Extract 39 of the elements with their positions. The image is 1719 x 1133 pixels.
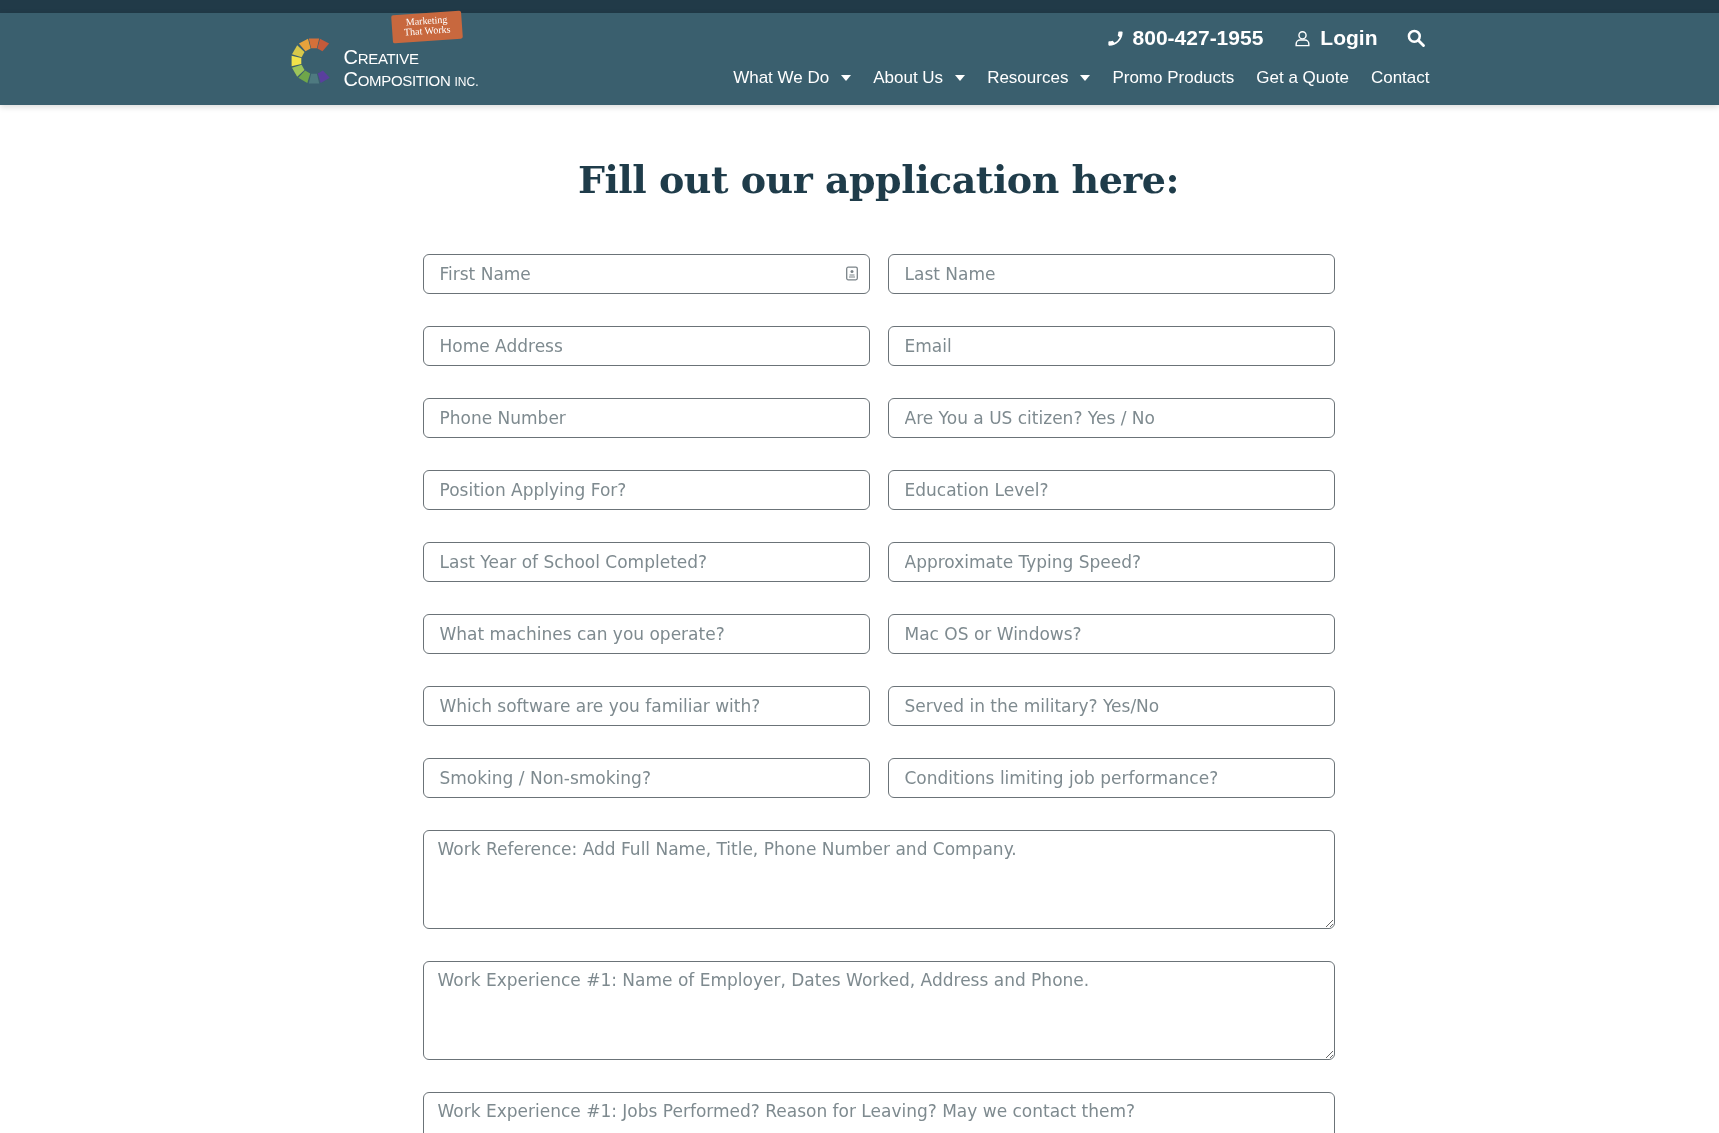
input-field[interactable]: Mac OS or Windows? (887, 614, 1335, 654)
form-title: Fill out our application here: (576, 157, 1181, 202)
input-field[interactable]: Last Name (887, 254, 1335, 294)
phone-link[interactable]: 800-427-1955 (1105, 26, 1264, 50)
caret-icon (841, 75, 852, 81)
logo-text: INC. (454, 76, 479, 88)
nav-link[interactable]: About Us (873, 68, 966, 88)
nav-link[interactable]: What We Do (733, 68, 852, 88)
input-field[interactable]: Which software are you familiar with? (422, 686, 870, 726)
login-link[interactable]: Login (1293, 26, 1378, 50)
nav-link[interactable]: Get a Quote (1256, 68, 1349, 88)
input-field[interactable]: Are You a US citizen? Yes / No (887, 398, 1335, 438)
search-icon[interactable] (1405, 28, 1426, 48)
nav-link[interactable]: Contact (1370, 68, 1430, 88)
text-area[interactable]: Work Reference: Add Full Name, Title, Phone Number and Company. (422, 830, 1335, 929)
tagline-badge: Marketing That Works (390, 10, 463, 44)
input-field[interactable]: Last Year of School Completed? (422, 542, 870, 582)
phone-icon (1105, 28, 1125, 48)
nav-link[interactable]: Promo Products (1112, 68, 1235, 88)
input-field[interactable]: Smoking / Non-smoking? (422, 758, 870, 798)
caret-icon (1080, 75, 1091, 81)
input-field[interactable]: What machines can you operate? (422, 614, 870, 654)
logo-text: COMPOSITION (343, 69, 451, 89)
caret-icon (955, 75, 966, 81)
input-field[interactable]: Served in the military? Yes/No (887, 686, 1335, 726)
contact-card-icon[interactable] (845, 266, 858, 281)
user-icon (1293, 28, 1313, 48)
input-field[interactable]: Position Applying For? (422, 470, 870, 510)
input-field[interactable]: Approximate Typing Speed? (887, 542, 1335, 582)
input-field[interactable]: Email (887, 326, 1335, 366)
logo-text: CREATIVE (343, 47, 420, 67)
input-field[interactable]: Conditions limiting job performance? (887, 758, 1335, 798)
nav-link[interactable]: Resources (987, 68, 1091, 88)
input-field[interactable]: Phone Number (422, 398, 870, 438)
text-area[interactable]: Work Experience #1: Name of Employer, Dates Worked, Address and Phone. (422, 961, 1335, 1060)
input-field[interactable]: Home Address (422, 326, 870, 366)
input-field[interactable]: First Name (422, 254, 870, 294)
input-field[interactable]: Education Level? (887, 470, 1335, 510)
text-area[interactable]: Work Experience #1: Jobs Performed? Reason for Leaving? May we contact them? (422, 1092, 1335, 1133)
